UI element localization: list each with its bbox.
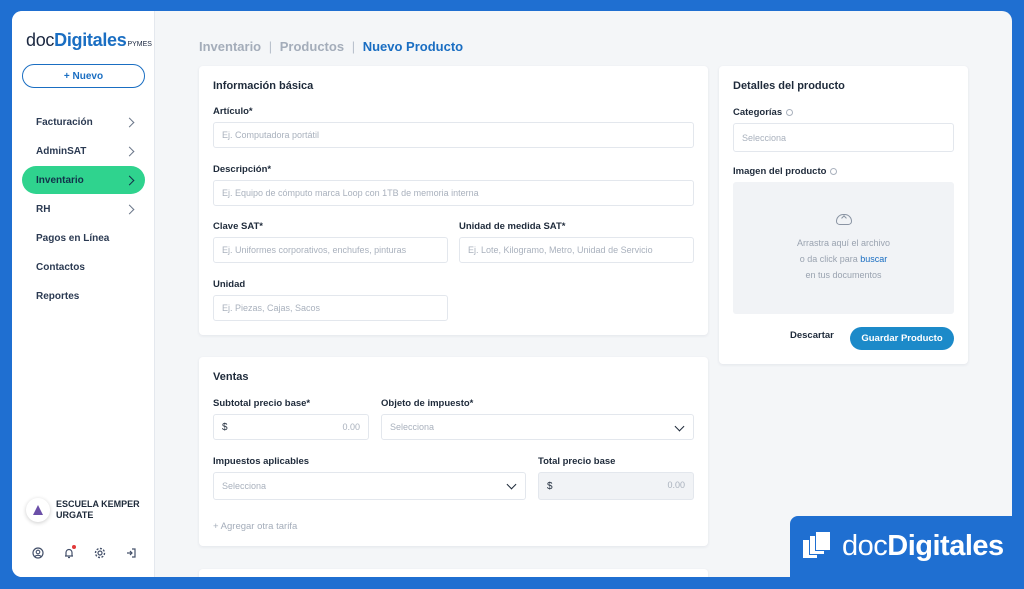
imagen-label-text: Imagen del producto: [733, 166, 827, 177]
school-logo-icon: [33, 505, 43, 515]
organization-name: ESCUELA KEMPER URGATE: [56, 499, 140, 520]
imagen-label: Imagen del producto: [733, 166, 838, 177]
breadcrumb-current: Nuevo Producto: [362, 39, 464, 54]
chevron-right-icon: [124, 146, 135, 156]
subtotal-label: Subtotal precio base*: [213, 398, 311, 409]
sidebar-item-adminsat[interactable]: AdminSAT: [22, 137, 145, 165]
sidebar-item-label: Pagos en Línea: [36, 232, 110, 244]
sidebar-item-inventario[interactable]: Inventario: [22, 166, 145, 194]
objeto-impuesto-select[interactable]: Selecciona: [381, 414, 694, 440]
chevron-right-icon: [124, 175, 135, 185]
categorias-label: Categorías: [733, 107, 794, 118]
chevron-down-icon: [506, 479, 517, 490]
save-product-button[interactable]: Guardar Producto: [850, 327, 954, 350]
sidebar: doc Digitales PYMES + Nuevo Facturación …: [12, 11, 155, 577]
impuestos-select[interactable]: Selecciona: [213, 472, 526, 500]
discard-button[interactable]: Descartar: [790, 330, 834, 341]
documents-logo-icon: [802, 530, 832, 563]
sidebar-item-pagos[interactable]: Pagos en Línea: [22, 224, 145, 252]
unidad-sat-label: Unidad de medida SAT*: [459, 221, 566, 232]
breadcrumb: Inventario | Productos | Nuevo Producto: [199, 39, 463, 54]
sidebar-footer-icons: [31, 545, 137, 559]
image-dropzone[interactable]: Arrastra aquí el archivo o da click para…: [733, 182, 954, 314]
select-placeholder: Selecciona: [390, 422, 435, 432]
unidad-sat-input[interactable]: Ej. Lote, Kilogramo, Metro, Unidad de Se…: [459, 237, 694, 263]
breadcrumb-inventario[interactable]: Inventario: [199, 39, 261, 54]
wordmark-doc: doc: [842, 530, 888, 562]
chevron-right-icon: [124, 117, 135, 127]
app-logo[interactable]: doc Digitales PYMES: [26, 30, 152, 51]
dropzone-line1: Arrastra aquí el archivo: [796, 237, 891, 248]
info-icon[interactable]: [786, 108, 794, 116]
sidebar-item-label: Facturación: [36, 116, 93, 128]
bell-icon[interactable]: [62, 545, 76, 559]
app-window: doc Digitales PYMES + Nuevo Facturación …: [12, 11, 1012, 577]
logo-doc: doc: [26, 30, 55, 50]
dropzone-line2-text: o da click para: [799, 253, 858, 264]
total-value: 0.00: [667, 480, 685, 490]
sidebar-item-rh[interactable]: RH: [22, 195, 145, 223]
articulo-label: Artículo*: [213, 106, 253, 117]
descripcion-label: Descripción*: [213, 164, 272, 175]
notification-dot: [72, 545, 76, 549]
chevron-right-icon: [124, 204, 135, 214]
select-placeholder: Selecciona: [222, 481, 267, 491]
sidebar-nav: Facturación AdminSAT Inventario RH Pagos…: [22, 108, 145, 311]
unidad-input[interactable]: Ej. Piezas, Cajas, Sacos: [213, 295, 448, 321]
card-title: Ventas: [213, 371, 249, 383]
add-tariff-link[interactable]: + Agregar otra tarifa: [213, 521, 297, 532]
logout-icon[interactable]: [124, 546, 137, 559]
organization-switcher[interactable]: ESCUELA KEMPER URGATE: [26, 498, 146, 522]
total-precio-field: $ 0.00: [538, 472, 694, 500]
breadcrumb-productos[interactable]: Productos: [280, 39, 344, 54]
sidebar-item-facturacion[interactable]: Facturación: [22, 108, 145, 136]
articulo-input[interactable]: Ej. Computadora portátil: [213, 122, 694, 148]
sales-card: Ventas Subtotal precio base* $ 0.00 Obje…: [199, 357, 708, 546]
next-card: [199, 569, 708, 577]
sidebar-item-label: AdminSAT: [36, 145, 87, 157]
info-icon[interactable]: [830, 167, 838, 175]
total-precio-label: Total precio base: [538, 456, 616, 467]
sidebar-item-label: RH: [36, 203, 51, 215]
gear-icon[interactable]: [93, 546, 106, 559]
categorias-select[interactable]: Selecciona: [733, 123, 954, 152]
dropzone-line3: en tus documentos: [805, 269, 882, 280]
logo-pymes: PYMES: [127, 41, 152, 48]
new-button[interactable]: + Nuevo: [22, 64, 145, 88]
currency-prefix: $: [222, 421, 228, 433]
sidebar-item-contactos[interactable]: Contactos: [22, 253, 145, 281]
categorias-label-text: Categorías: [733, 107, 783, 118]
subtotal-input[interactable]: $ 0.00: [213, 414, 369, 440]
unidad-label: Unidad: [213, 279, 246, 290]
sidebar-item-label: Inventario: [36, 174, 84, 186]
card-title: Detalles del producto: [733, 80, 845, 92]
avatar: [26, 498, 50, 522]
sidebar-item-label: Reportes: [36, 290, 80, 302]
impuestos-label: Impuestos aplicables: [213, 456, 310, 467]
wordmark-digitales: Digitales: [887, 530, 1004, 562]
clave-sat-input[interactable]: Ej. Uniformes corporativos, enchufes, pi…: [213, 237, 448, 263]
descripcion-input[interactable]: Ej. Equipo de cómputo marca Loop con 1TB…: [213, 180, 694, 206]
dropzone-line2: o da click para buscar: [800, 251, 888, 267]
product-details-card: Detalles del producto Categorías Selecci…: [719, 66, 968, 364]
breadcrumb-separator: |: [268, 39, 273, 54]
brand-badge: docDigitales: [790, 516, 1012, 577]
sidebar-item-reportes[interactable]: Reportes: [22, 282, 145, 310]
brand-wordmark: docDigitales: [842, 530, 1004, 563]
breadcrumb-separator: |: [351, 39, 356, 54]
subtotal-value: 0.00: [342, 422, 360, 432]
browse-link[interactable]: buscar: [860, 254, 887, 264]
user-icon[interactable]: [31, 546, 44, 559]
sidebar-item-label: Contactos: [36, 261, 85, 273]
logo-digitales: Digitales: [54, 30, 127, 50]
currency-prefix: $: [547, 480, 553, 492]
chevron-down-icon: [674, 421, 685, 432]
cloud-upload-icon: [835, 213, 852, 225]
basic-info-card: Información básica Artículo* Ej. Computa…: [199, 66, 708, 335]
objeto-impuesto-label: Objeto de impuesto*: [381, 398, 474, 409]
card-title: Información básica: [213, 80, 314, 92]
clave-sat-label: Clave SAT*: [213, 221, 263, 232]
